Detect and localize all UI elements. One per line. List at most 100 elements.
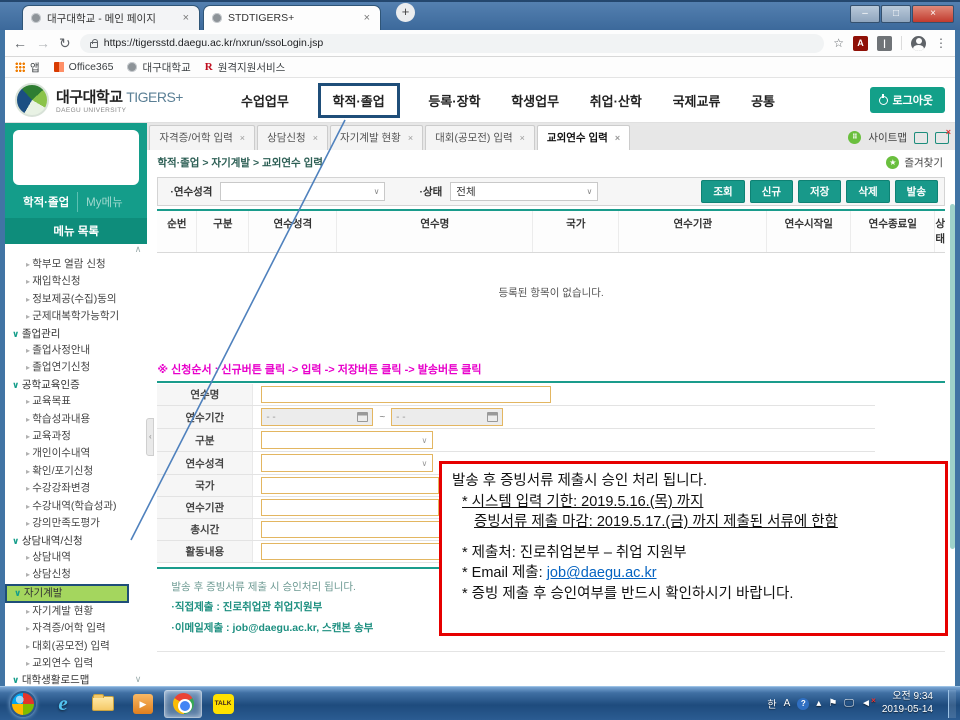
table-column-header[interactable]: 구분 — [197, 211, 249, 252]
action-button[interactable]: 조회 — [701, 180, 744, 203]
calendar-icon[interactable] — [487, 412, 498, 422]
pdf-extension-icon[interactable]: A — [853, 36, 868, 51]
action-button[interactable]: 삭제 — [846, 180, 889, 203]
workspace-tab-close-icon[interactable]: × — [408, 133, 413, 143]
training-type-select[interactable]: ∨ — [220, 182, 385, 201]
open-window-icon[interactable] — [914, 132, 928, 144]
workspace-tab-close-icon[interactable]: × — [520, 133, 525, 143]
bookmark-star-icon[interactable]: ☆ — [833, 36, 844, 50]
sidebar-menu-item[interactable]: 상담내역/신청 — [5, 533, 147, 549]
ime-korean-icon[interactable]: 한 — [767, 696, 776, 711]
sidebar-menu-item[interactable]: 학부모 열람 신청 — [5, 256, 147, 273]
sidebar-menu-item[interactable]: 자기계발 현황 — [5, 603, 147, 620]
global-nav-item[interactable]: 학생업무 — [509, 86, 561, 115]
show-hidden-icons[interactable]: ▴ — [816, 698, 821, 709]
institution-input[interactable] — [261, 499, 439, 516]
bookmark-remote-support[interactable]: R 원격지원서비스 — [205, 60, 286, 75]
sidebar-menu-item[interactable]: 교육과정 — [5, 428, 147, 445]
sidebar-menu-item[interactable]: 수강강좌변경 — [5, 480, 147, 497]
sitemap-label[interactable]: 사이트맵 — [868, 130, 907, 145]
tab-close-icon[interactable]: × — [362, 12, 372, 24]
window-maximize-button[interactable]: □ — [881, 5, 911, 23]
sidebar-menu-item[interactable]: 교외연수 입력 — [5, 655, 147, 672]
action-button[interactable]: 저장 — [798, 180, 841, 203]
category-select[interactable]: ∨ — [261, 431, 433, 449]
bookmark-apps[interactable]: 앱 — [15, 60, 40, 75]
logout-button[interactable]: 로그아웃 — [870, 87, 945, 113]
favorite-label[interactable]: 즐겨찾기 — [904, 155, 943, 170]
sidebar-menu-item[interactable]: 대회(공모전) 입력 — [5, 638, 147, 655]
calendar-icon[interactable] — [357, 412, 368, 422]
sidebar-menu-item[interactable]: 개인이수내역 — [5, 445, 147, 462]
sidebar-menu-item[interactable]: 졸업관리 — [5, 326, 147, 342]
university-logo[interactable]: 대구대학교 TIGERS+ DAEGU UNIVERSITY — [15, 83, 233, 117]
browser-menu-icon[interactable]: ⋮ — [935, 36, 947, 50]
sidebar-menu-item[interactable]: 군제대복학가능학기 — [5, 308, 147, 325]
menu-scroll-down-icon[interactable]: ∨ — [135, 674, 142, 685]
ime-mode-icon[interactable]: A — [784, 698, 791, 709]
sidebar-menu-item[interactable]: 상담내역 — [5, 549, 147, 566]
address-bar[interactable]: https://tigersstd.daegu.ac.kr/nxrun/ssoL… — [80, 34, 825, 53]
start-button[interactable] — [4, 690, 42, 718]
close-all-windows-icon[interactable] — [935, 132, 949, 144]
sidebar-tab-mymenu[interactable]: My메뉴 — [77, 192, 131, 212]
sidebar-collapse-handle[interactable]: ‹ — [146, 418, 154, 456]
help-tray-icon[interactable]: ? — [797, 698, 809, 710]
taskbar-kakaotalk[interactable]: TALK — [204, 690, 242, 718]
sidebar-tab-records[interactable]: 학적·졸업 — [15, 192, 77, 212]
training-name-input[interactable] — [261, 386, 551, 403]
global-nav-item[interactable]: 등록·장학 — [426, 86, 482, 115]
profile-icon[interactable] — [911, 36, 926, 51]
action-button[interactable]: 신규 — [750, 180, 793, 203]
sidebar-menu-item[interactable]: 재입학신청 — [5, 273, 147, 290]
taskbar-chrome[interactable] — [164, 690, 202, 718]
taskbar-clock[interactable]: 오전 9:34 2019-05-14 — [882, 691, 933, 716]
global-nav-item[interactable]: 국제교류 — [671, 86, 723, 115]
sidebar-menu-item[interactable]: 학습성과내용 — [5, 411, 147, 428]
window-minimize-button[interactable]: – — [850, 5, 880, 23]
browser-tab[interactable]: 대구대학교 - 메인 페이지 × — [22, 5, 200, 30]
table-column-header[interactable]: 연수성격 — [249, 211, 337, 252]
taskbar-explorer[interactable] — [84, 690, 122, 718]
workspace-tab[interactable]: 대회(공모전) 입력 × — [425, 125, 535, 150]
favorite-star-icon[interactable]: ★ — [886, 156, 899, 169]
reload-icon[interactable]: ↻ — [59, 36, 71, 50]
training-type-form-select[interactable]: ∨ — [261, 454, 433, 472]
global-nav-item[interactable]: 학적·졸업 — [318, 83, 400, 118]
tab-close-icon[interactable]: × — [181, 12, 191, 24]
taskbar-media-player[interactable]: ▶ — [124, 690, 162, 718]
sidebar-menu-item[interactable]: 대학생활로드맵 — [5, 672, 147, 686]
end-date-input[interactable]: - - — [391, 408, 503, 426]
sidebar-menu-item[interactable]: 공학교육인증 — [5, 377, 147, 393]
new-tab-button[interactable]: + — [396, 3, 415, 22]
table-column-header[interactable]: 연수종료일 — [851, 211, 935, 252]
global-nav-item[interactable]: 공통 — [749, 86, 777, 115]
global-nav-item[interactable]: 취업·산학 — [588, 86, 644, 115]
forward-icon[interactable]: → — [36, 36, 50, 50]
table-column-header[interactable]: 연수명 — [337, 211, 533, 252]
country-input[interactable] — [261, 477, 439, 494]
sidebar-menu-item[interactable]: 상담신청 — [5, 566, 147, 583]
status-select[interactable]: 전체 ∨ — [450, 182, 598, 201]
action-center-flag-icon[interactable]: ⚑ — [828, 698, 837, 709]
workspace-tab-close-icon[interactable]: × — [313, 133, 318, 143]
extension-icon[interactable]: | — [877, 36, 892, 51]
table-column-header[interactable]: 국가 — [533, 211, 619, 252]
workspace-tab[interactable]: 자기계발 현황 × — [330, 125, 423, 150]
sidebar-menu-item[interactable]: 강의만족도평가 — [5, 515, 147, 532]
window-close-button[interactable]: × — [912, 5, 954, 23]
sidebar-menu-item[interactable]: 확인/포기신청 — [5, 463, 147, 480]
action-button[interactable]: 발송 — [895, 180, 938, 203]
bookmark-daegu-univ[interactable]: 대구대학교 — [127, 60, 190, 75]
start-date-input[interactable]: - - — [261, 408, 373, 426]
taskbar-ie[interactable]: e — [44, 690, 82, 718]
workspace-tab[interactable]: 자격증/어학 입력 × — [149, 125, 255, 150]
email-link[interactable]: job@daegu.ac.kr — [547, 565, 657, 581]
table-column-header[interactable]: 연수시작일 — [767, 211, 851, 252]
sidebar-menu-item[interactable]: 졸업연기신청 — [5, 359, 147, 376]
workspace-tab-close-icon[interactable]: × — [240, 133, 245, 143]
content-scrollbar[interactable] — [950, 204, 955, 549]
browser-tab[interactable]: STDTIGERS+ × — [203, 5, 381, 30]
sidebar-menu-item[interactable]: 졸업사정안내 — [5, 342, 147, 359]
sidebar-menu-item[interactable]: 교육목표 — [5, 393, 147, 410]
